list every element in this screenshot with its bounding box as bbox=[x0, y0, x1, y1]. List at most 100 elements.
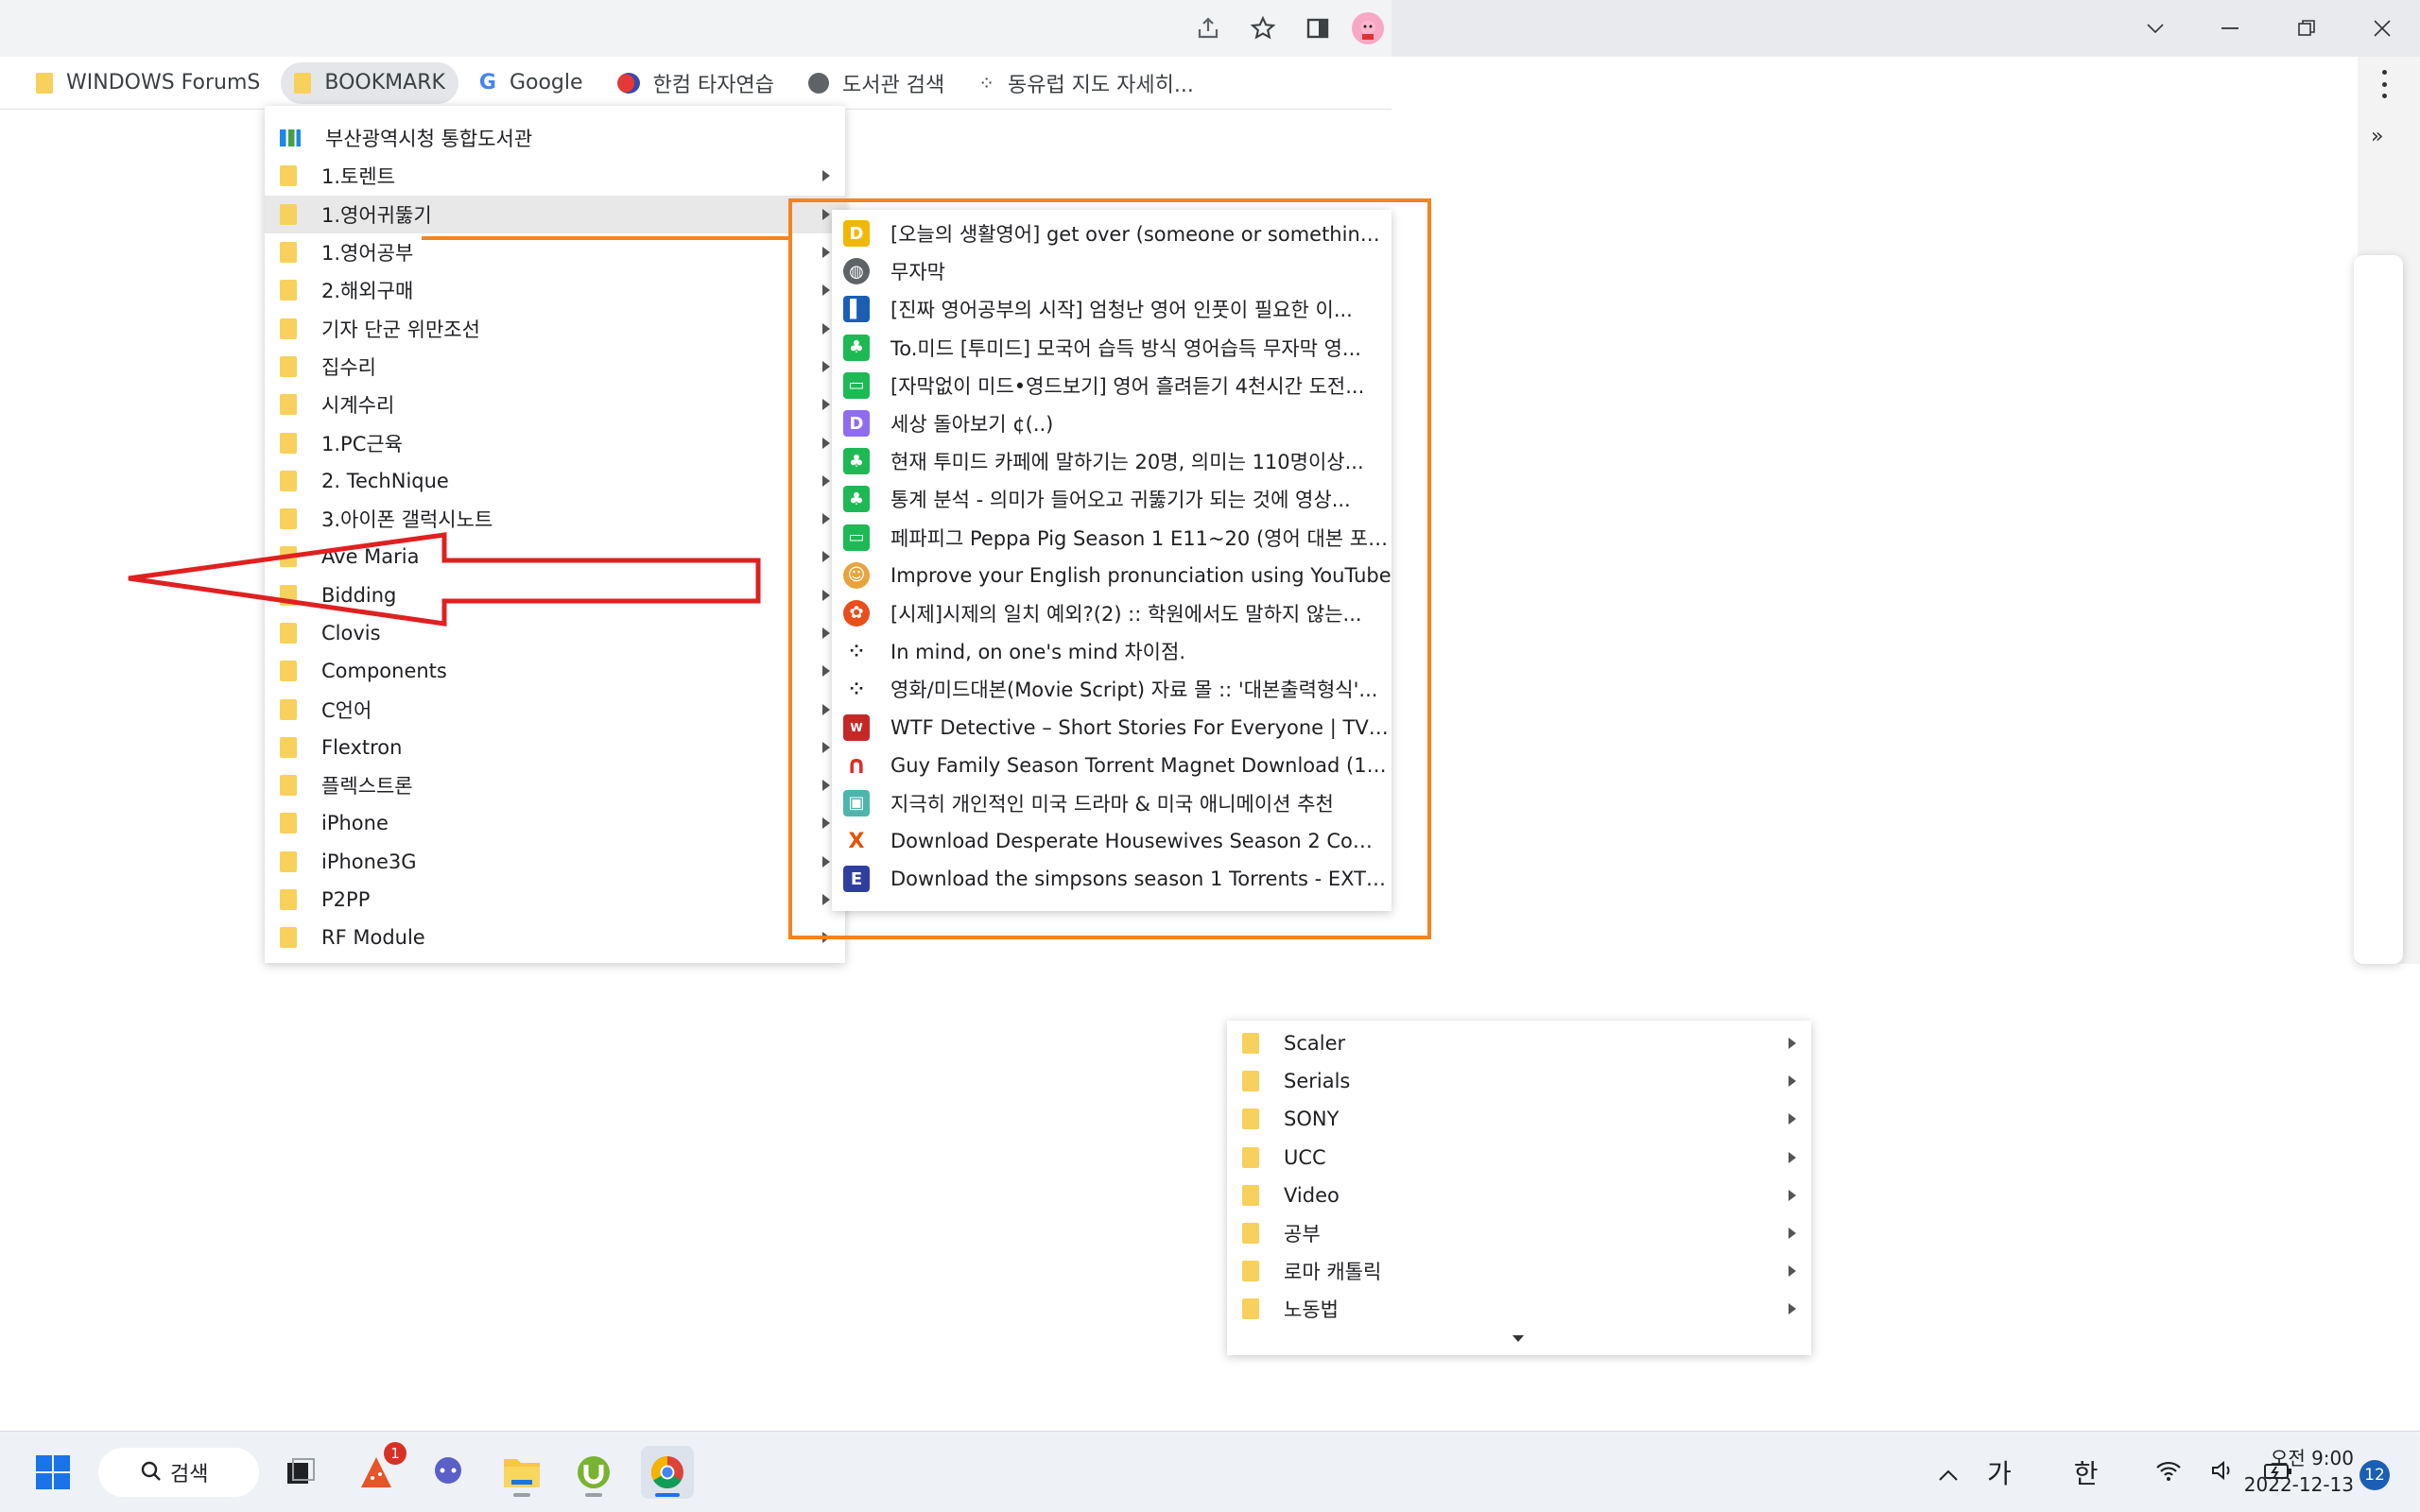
menu-item-folder[interactable]: 1.PC근육 bbox=[265, 423, 845, 461]
minimize-icon[interactable] bbox=[2193, 0, 2269, 57]
menu-item-label: RF Module bbox=[321, 926, 425, 950]
double-chevron-icon[interactable]: » bbox=[2371, 125, 2383, 148]
menu-item-folder[interactable]: iPhone3G bbox=[265, 843, 845, 881]
folder-icon bbox=[280, 546, 297, 568]
menu-item-folder[interactable]: 노동법 bbox=[1227, 1290, 1811, 1328]
menu-item-folder[interactable]: Components bbox=[265, 652, 845, 690]
folder-icon bbox=[280, 775, 297, 797]
bookmark-google[interactable]: G Google bbox=[466, 62, 596, 104]
bookmark-windows-forums[interactable]: WINDOWS ForumS bbox=[23, 62, 273, 104]
chrome-icon[interactable] bbox=[641, 1446, 694, 1499]
menu-item-folder[interactable]: Ave Maria bbox=[265, 538, 845, 576]
menu-item-folder[interactable]: Video bbox=[1227, 1177, 1811, 1214]
folder-icon bbox=[280, 394, 297, 416]
menu-item-label: Clovis bbox=[321, 622, 381, 644]
menu-item-folder[interactable]: 2. TechNique bbox=[265, 462, 845, 500]
clock[interactable]: 오전 9:00 2022-12-13 bbox=[2242, 1445, 2354, 1498]
submenu-arrow-icon bbox=[1789, 1075, 1796, 1088]
menu-item-label: 시계수리 bbox=[321, 394, 395, 418]
menu-item-folder[interactable]: 공부 bbox=[1227, 1214, 1811, 1252]
notification-count-badge: 1 bbox=[384, 1442, 406, 1465]
browser-toolbar bbox=[0, 0, 1392, 57]
folder-icon bbox=[36, 72, 53, 94]
menu-item-folder[interactable]: 2.해외구매 bbox=[265, 271, 845, 309]
menu-item-link[interactable]: 부산광역시청 통합도서관 bbox=[265, 119, 845, 157]
file-explorer-icon[interactable] bbox=[495, 1446, 548, 1499]
menu-item-folder[interactable]: RF Module bbox=[265, 919, 845, 956]
running-indicator bbox=[655, 1493, 680, 1497]
annotation-highlight-box bbox=[788, 198, 1431, 939]
menu-item-label: C언어 bbox=[321, 698, 372, 722]
chat-icon[interactable] bbox=[422, 1446, 475, 1499]
more-menu-icon[interactable] bbox=[2375, 70, 2394, 98]
task-view-icon[interactable] bbox=[274, 1446, 327, 1499]
menu-item-label: Components bbox=[321, 660, 447, 683]
ime-ga-label[interactable]: 가 bbox=[1987, 1453, 2012, 1491]
menu-item-label: Flextron bbox=[321, 735, 403, 759]
folder-icon bbox=[280, 242, 297, 264]
menu-item-folder[interactable]: Bidding bbox=[265, 576, 845, 614]
menu-item-label: P2PP bbox=[321, 888, 371, 912]
menu-item-folder[interactable]: 3.아이폰 갤럭시노트 bbox=[265, 500, 845, 538]
restore-icon[interactable] bbox=[2269, 0, 2344, 57]
chevron-down-icon[interactable] bbox=[2118, 0, 2193, 57]
folder-icon bbox=[280, 927, 297, 949]
menu-item-folder[interactable]: Flextron bbox=[265, 729, 845, 766]
bookmark-eastern-europe-map[interactable]: ⁘ 동유럽 지도 자세히... bbox=[965, 62, 1207, 104]
menu-item-folder[interactable]: Scaler bbox=[1227, 1024, 1811, 1062]
start-button[interactable] bbox=[26, 1446, 79, 1499]
close-icon[interactable] bbox=[2344, 0, 2420, 57]
menu-item-label: 플렉스트론 bbox=[321, 775, 413, 799]
notification-badge[interactable]: 12 bbox=[2360, 1460, 2390, 1490]
menu-item-folder[interactable]: 로마 캐톨릭 bbox=[1227, 1252, 1811, 1290]
folder-icon bbox=[1242, 1298, 1259, 1320]
menu-item-folder[interactable]: 집수리 bbox=[265, 348, 845, 386]
background-window-titlebar bbox=[1392, 0, 2420, 57]
menu-item-folder[interactable]: 기자 단군 위만조선 bbox=[265, 309, 845, 347]
bookmark-folder-bookmark[interactable]: BOOKMARK bbox=[281, 61, 458, 104]
profile-avatar-icon[interactable] bbox=[1352, 12, 1384, 44]
folder-icon bbox=[280, 661, 297, 682]
ime-han-label[interactable]: 한 bbox=[2074, 1453, 2099, 1491]
folder-icon bbox=[1242, 1261, 1259, 1282]
utorrent-icon[interactable] bbox=[567, 1446, 620, 1499]
submenu-arrow-icon bbox=[1789, 1151, 1796, 1163]
menu-item-folder[interactable]: Serials bbox=[1227, 1062, 1811, 1100]
menu-item-folder[interactable]: 플렉스트론 bbox=[265, 766, 845, 804]
submenu-arrow-icon bbox=[1789, 1265, 1796, 1278]
share-icon[interactable] bbox=[1187, 8, 1229, 49]
menu-item-folder[interactable]: iPhone bbox=[265, 804, 845, 842]
bookmark-hancom[interactable]: 한컴 타자연습 bbox=[604, 62, 787, 104]
menu-item-folder[interactable]: P2PP bbox=[265, 881, 845, 919]
speaker-icon[interactable] bbox=[2210, 1457, 2235, 1488]
wifi-icon[interactable] bbox=[2155, 1457, 2182, 1488]
menu-item-label: Video bbox=[1284, 1183, 1340, 1207]
side-panel-icon[interactable] bbox=[1297, 8, 1339, 49]
menu-item-folder[interactable]: SONY bbox=[1227, 1100, 1811, 1138]
bookmark-label: 동유럽 지도 자세히... bbox=[1007, 73, 1194, 97]
party-app-icon[interactable]: 1 bbox=[350, 1442, 406, 1499]
folder-icon bbox=[280, 584, 297, 606]
bookmark-label: WINDOWS ForumS bbox=[66, 71, 261, 94]
menu-item-folder[interactable]: 시계수리 bbox=[265, 386, 845, 423]
menu-item-folder-hovered[interactable]: 1.영어귀뚫기 bbox=[265, 195, 845, 233]
taskbar-search[interactable]: 검색 bbox=[98, 1448, 259, 1497]
menu-item-folder[interactable]: Clovis bbox=[265, 614, 845, 652]
menu-item-folder[interactable]: C언어 bbox=[265, 690, 845, 728]
star-icon[interactable] bbox=[1242, 8, 1284, 49]
folder-icon bbox=[280, 355, 297, 377]
bookmark-library-search[interactable]: 도서관 검색 bbox=[795, 62, 958, 104]
scroll-down-icon[interactable] bbox=[1512, 1335, 1524, 1342]
hancom-icon bbox=[616, 72, 640, 94]
menu-item-folder[interactable]: 1.토렌트 bbox=[265, 157, 845, 195]
menu-item-label: UCC bbox=[1284, 1145, 1326, 1169]
menu-item-label: 3.아이폰 갤럭시노트 bbox=[321, 508, 493, 532]
submenu-arrow-icon bbox=[1789, 1228, 1796, 1240]
menu-item-label: 로마 캐톨릭 bbox=[1284, 1261, 1382, 1284]
folder-icon bbox=[280, 165, 297, 187]
menu-item-folder[interactable]: UCC bbox=[1227, 1139, 1811, 1177]
folder-icon bbox=[280, 736, 297, 758]
annotation-connector-line bbox=[422, 236, 792, 240]
chevron-up-icon[interactable] bbox=[1938, 1457, 1959, 1488]
folder-icon bbox=[1242, 1071, 1259, 1092]
